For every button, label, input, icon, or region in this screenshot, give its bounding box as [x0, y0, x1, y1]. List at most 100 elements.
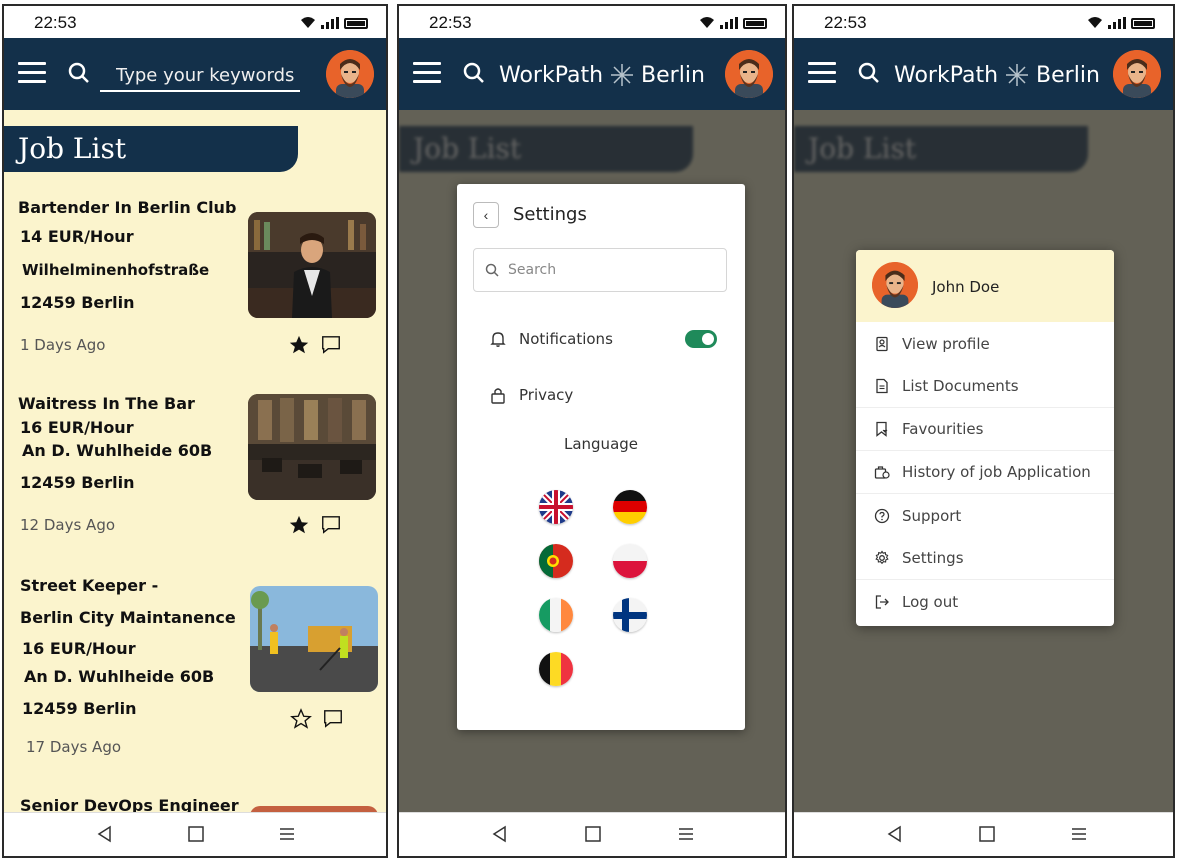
recents-nav-icon[interactable]: [677, 825, 695, 843]
menu-item-settings[interactable]: Settings: [856, 537, 1114, 580]
avatar: [872, 262, 918, 308]
menu-item-history[interactable]: History of job Application: [856, 451, 1114, 494]
phone-screen-job-list: 22:53 Job List Bartender In Berlin Club …: [2, 4, 388, 858]
menu-item-log-out[interactable]: Log out: [856, 580, 1114, 623]
privacy-row[interactable]: Privacy: [489, 386, 573, 404]
menu-item-label: Settings: [902, 549, 964, 567]
ireland-flag[interactable]: [539, 598, 573, 632]
signal-icon: [720, 17, 738, 29]
job-actions: [288, 334, 342, 356]
battery-icon: [1131, 18, 1155, 29]
finland-flag[interactable]: [613, 598, 647, 632]
back-nav-icon[interactable]: [491, 825, 509, 843]
menu-item-label: Favourities: [902, 420, 984, 438]
recents-nav-icon[interactable]: [278, 825, 296, 843]
wifi-icon: [1088, 17, 1102, 28]
job-pay: 16 EUR/Hour: [22, 639, 136, 658]
job-street: An D. Wuhlheide 60B: [24, 667, 215, 686]
job-image-street-work: [250, 586, 378, 692]
status-bar: 22:53: [399, 6, 785, 38]
job-street: Wilhelminenhofstraße: [22, 261, 210, 279]
battery-icon: [344, 18, 368, 29]
android-nav-bar: [794, 812, 1173, 856]
user-name: John Doe: [932, 278, 1000, 296]
brand-title: WorkPath Berlin: [894, 62, 1100, 88]
recents-nav-icon[interactable]: [1070, 825, 1088, 843]
profile-menu-header: John Doe: [856, 250, 1114, 322]
home-nav-icon[interactable]: [187, 825, 205, 843]
profile-card-icon: [876, 336, 888, 351]
menu-item-label: Support: [902, 506, 962, 525]
system-icons: [300, 15, 368, 29]
avatar[interactable]: [725, 50, 773, 98]
job-street: An D. Wuhlheide 60B: [22, 441, 213, 460]
job-image-bartender: [248, 212, 376, 318]
profile-menu: John Doe View profile List Documents Fav…: [856, 250, 1114, 626]
job-pay: 14 EUR/Hour: [20, 227, 134, 246]
germany-flag[interactable]: [613, 490, 647, 524]
comment-icon[interactable]: [320, 334, 342, 356]
privacy-label: Privacy: [519, 386, 574, 404]
home-nav-icon[interactable]: [584, 825, 602, 843]
settings-back-button[interactable]: ‹: [473, 202, 499, 228]
notifications-label: Notifications: [519, 330, 613, 348]
status-bar: 22:53: [4, 6, 386, 38]
brand-city: Berlin: [1036, 62, 1100, 88]
logout-icon: [875, 594, 889, 609]
star-filled-icon[interactable]: [288, 514, 310, 536]
job-card[interactable]: Waitress In The Bar 16 EUR/Hour An D. Wu…: [18, 390, 378, 550]
status-time: 22:53: [824, 13, 867, 32]
battery-icon: [743, 18, 767, 29]
avatar[interactable]: [326, 50, 374, 98]
app-bar: WorkPath Berlin: [794, 38, 1173, 110]
job-posted-ago: 17 Days Ago: [26, 738, 122, 756]
search-icon: [485, 263, 499, 277]
system-icons: [699, 15, 767, 29]
bookmark-heart-icon: [876, 421, 888, 437]
page-title: Job List: [18, 132, 127, 165]
star-filled-icon[interactable]: [288, 334, 310, 356]
comment-icon[interactable]: [322, 708, 344, 730]
avatar[interactable]: [1113, 50, 1161, 98]
uk-flag[interactable]: [539, 490, 573, 524]
signal-icon: [321, 17, 339, 29]
settings-search-input[interactable]: [473, 248, 727, 292]
job-card[interactable]: Street Keeper - Berlin City Maintanence …: [18, 574, 378, 764]
poland-flag[interactable]: [613, 544, 647, 578]
job-posted-ago: 1 Days Ago: [20, 336, 106, 354]
notifications-row[interactable]: Notifications: [489, 330, 613, 348]
hamburger-menu-icon[interactable]: [413, 62, 441, 84]
phone-screen-settings: 22:53 WorkPath Berlin Job List ‹ Setting…: [397, 4, 787, 858]
lock-icon: [491, 388, 505, 404]
notifications-toggle[interactable]: [685, 330, 717, 348]
brand-title: WorkPath Berlin: [499, 62, 705, 88]
hamburger-menu-icon[interactable]: [18, 62, 46, 84]
job-actions: [290, 708, 344, 730]
portugal-flag[interactable]: [539, 544, 573, 578]
search-icon[interactable]: [68, 62, 90, 84]
app-bar: [4, 38, 386, 110]
status-bar: 22:53: [794, 6, 1173, 38]
back-nav-icon[interactable]: [96, 825, 114, 843]
comment-icon[interactable]: [320, 514, 342, 536]
menu-item-favourities[interactable]: Favourities: [856, 408, 1114, 451]
job-title: Street Keeper -: [20, 576, 159, 595]
job-card[interactable]: Bartender In Berlin Club 14 EUR/Hour Wil…: [18, 196, 378, 366]
hamburger-menu-icon[interactable]: [808, 62, 836, 84]
system-icons: [1087, 15, 1155, 29]
back-nav-icon[interactable]: [886, 825, 904, 843]
star-outline-icon[interactable]: [290, 708, 312, 730]
briefcase-clock-icon: [874, 466, 890, 479]
menu-item-view-profile[interactable]: View profile: [856, 322, 1114, 365]
job-title-cont: Berlin City Maintanence: [20, 608, 236, 627]
status-time: 22:53: [429, 13, 472, 32]
menu-item-list-documents[interactable]: List Documents: [856, 365, 1114, 408]
search-icon[interactable]: [858, 62, 880, 84]
document-icon: [876, 378, 888, 394]
belgium-flag[interactable]: [539, 652, 573, 686]
search-icon[interactable]: [463, 62, 485, 84]
job-city: 12459 Berlin: [20, 293, 135, 312]
keyword-search-input[interactable]: [100, 60, 300, 92]
home-nav-icon[interactable]: [978, 825, 996, 843]
menu-item-support[interactable]: Support: [856, 494, 1114, 537]
